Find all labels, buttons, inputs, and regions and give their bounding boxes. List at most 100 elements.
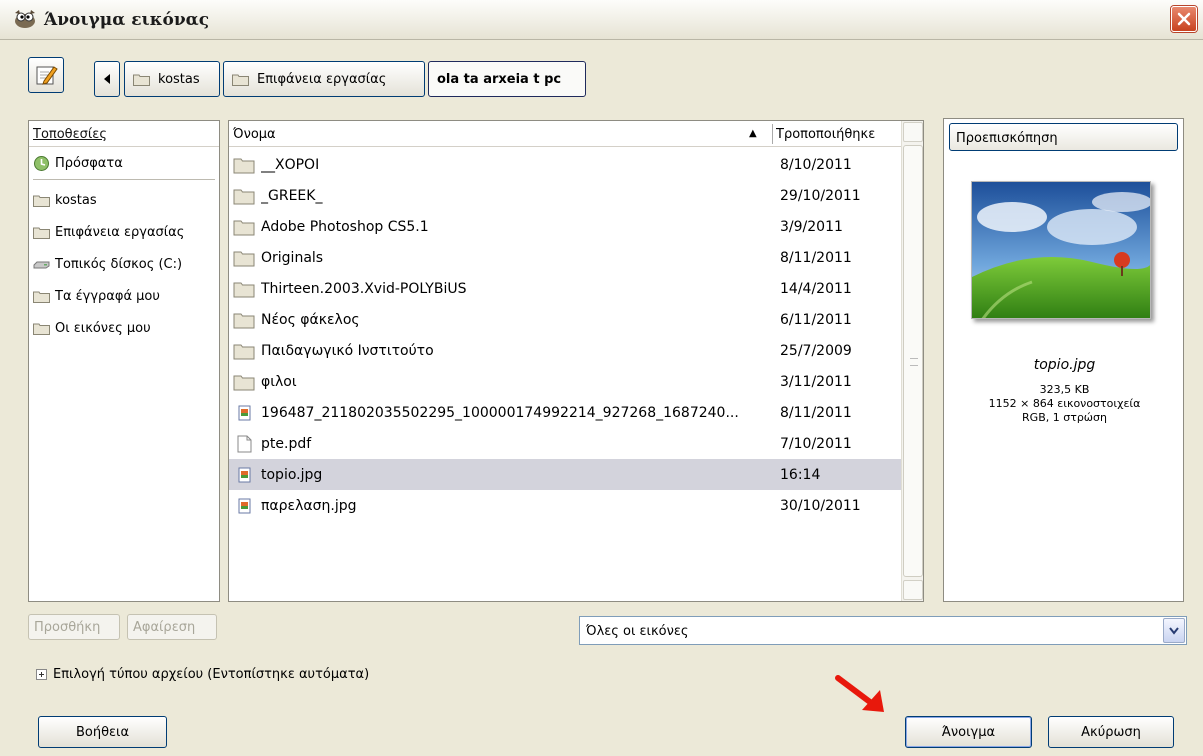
file-name: _GREEK_ — [261, 187, 323, 204]
document-icon — [233, 435, 255, 453]
folder-icon — [233, 249, 255, 267]
sort-ascending-icon[interactable]: ▲ — [749, 128, 757, 139]
file-row[interactable]: φιλοι 3/11/2011 — [229, 366, 901, 397]
file-row[interactable]: Παιδαγωγικό Ινστιτούτο 25/7/2009 — [229, 335, 901, 366]
file-name: Thirteen.2003.Xvid-POLYBiUS — [261, 280, 467, 297]
preview-details: 323,5 KB 1152 × 864 εικονοστοιχεία RGB, … — [944, 383, 1185, 425]
file-modified-date: 30/10/2011 — [780, 497, 861, 514]
file-type-label: Επιλογή τύπου αρχείου (Εντοπίστηκε αυτόμ… — [53, 667, 370, 682]
crumb-label: ola ta arxeia t pc — [437, 71, 562, 87]
file-row[interactable]: 196487_211802035502295_100000174992214_9… — [229, 397, 901, 428]
folder-icon — [233, 156, 255, 174]
file-modified-date: 3/9/2011 — [780, 218, 843, 235]
file-name: __ΧΟΡΟΙ — [261, 156, 320, 173]
file-row[interactable]: παρελαση.jpg 30/10/2011 — [229, 490, 901, 521]
preview-panel: Προεπισκόπηση topio.jpg 323,5 KB 1152 × … — [943, 118, 1184, 602]
cancel-button[interactable]: Ακύρωση — [1048, 716, 1174, 748]
image-file-icon — [233, 466, 255, 484]
place-my-documents[interactable]: Τα έγγραφά μου — [29, 280, 219, 312]
file-modified-date: 8/11/2011 — [780, 249, 852, 266]
file-modified-date: 8/11/2011 — [780, 404, 852, 421]
gimp-wilber-icon — [12, 8, 38, 30]
edit-location-button[interactable] — [28, 57, 64, 93]
file-modified-date: 6/11/2011 — [780, 311, 852, 328]
place-label: kostas — [55, 192, 97, 208]
place-my-pictures[interactable]: Οι εικόνες μου — [29, 312, 219, 344]
file-modified-date: 8/10/2011 — [780, 156, 852, 173]
recent-icon — [34, 155, 49, 171]
folder-icon — [133, 74, 150, 86]
file-modified-date: 3/11/2011 — [780, 373, 852, 390]
preview-mode: RGB, 1 στρώση — [1022, 411, 1107, 424]
file-name: Adobe Photoshop CS5.1 — [261, 218, 429, 235]
place-label: Οι εικόνες μου — [55, 320, 151, 336]
file-row[interactable]: __ΧΟΡΟΙ 8/10/2011 — [229, 149, 901, 180]
place-kostas[interactable]: kostas — [29, 184, 219, 216]
folder-icon — [233, 342, 255, 360]
file-modified-date: 7/10/2011 — [780, 435, 852, 452]
place-recent[interactable]: Πρόσφατα — [29, 147, 219, 179]
place-desktop[interactable]: Επιφάνεια εργασίας — [29, 216, 219, 248]
expand-plus-icon[interactable] — [36, 669, 47, 680]
scrollbar-grip — [910, 358, 918, 366]
red-annotation-arrow-icon — [835, 675, 884, 712]
column-divider[interactable] — [772, 124, 773, 144]
column-header-name[interactable]: Όνομα — [233, 127, 276, 142]
dropdown-arrow-icon[interactable] — [1163, 618, 1185, 643]
folder-icon — [33, 291, 50, 303]
preview-toggle[interactable]: Προεπισκόπηση — [949, 123, 1178, 151]
places-header[interactable]: Τοποθεσίες — [29, 121, 219, 147]
scrollbar-thumb[interactable] — [903, 145, 923, 577]
remove-bookmark-button[interactable]: Αφαίρεση — [127, 614, 217, 640]
file-list-header: Όνομα ▲ Τροποποιήθηκε — [229, 121, 901, 147]
file-list-scrollbar[interactable] — [901, 121, 923, 601]
crumb-label: kostas — [158, 71, 200, 87]
crumb-label: Επιφάνεια εργασίας — [257, 71, 387, 87]
folder-icon — [233, 218, 255, 236]
image-file-icon — [233, 404, 255, 422]
places-divider — [33, 179, 215, 180]
file-filter-dropdown[interactable]: Όλες οι εικόνες — [579, 616, 1187, 645]
preview-dimensions: 1152 × 864 εικονοστοιχεία — [988, 397, 1141, 410]
file-name: παρελαση.jpg — [261, 497, 357, 514]
preview-thumbnail — [971, 181, 1151, 319]
help-button[interactable]: Βοήθεια — [38, 716, 167, 748]
file-name: Originals — [261, 249, 324, 266]
file-row[interactable]: pte.pdf 7/10/2011 — [229, 428, 901, 459]
file-modified-date: 16:14 — [780, 466, 821, 483]
file-row[interactable]: Thirteen.2003.Xvid-POLYBiUS 14/4/2011 — [229, 273, 901, 304]
folder-icon — [233, 280, 255, 298]
file-row[interactable]: topio.jpg 16:14 — [229, 459, 901, 490]
file-row[interactable]: _GREEK_ 29/10/2011 — [229, 180, 901, 211]
file-name: pte.pdf — [261, 435, 312, 452]
crumb-current[interactable]: ola ta arxeia t pc — [428, 61, 586, 97]
scroll-up-button[interactable] — [903, 122, 923, 142]
pencil-edit-icon — [36, 66, 58, 85]
file-name: φιλοι — [261, 373, 297, 390]
place-local-disk[interactable]: Τοπικός δίσκος (C:) — [29, 248, 219, 280]
file-name: topio.jpg — [261, 466, 323, 483]
folder-icon — [233, 187, 255, 205]
crumb-desktop[interactable]: Επιφάνεια εργασίας — [223, 61, 425, 97]
place-label: Πρόσφατα — [55, 155, 123, 171]
open-button[interactable]: Άνοιγμα — [905, 716, 1032, 748]
title-bar: Άνοιγμα εικόνας — [0, 0, 1203, 40]
crumb-kostas[interactable]: kostas — [124, 61, 220, 97]
file-row[interactable]: Adobe Photoshop CS5.1 3/9/2011 — [229, 211, 901, 242]
file-modified-date: 14/4/2011 — [780, 280, 852, 297]
file-row[interactable]: Originals 8/11/2011 — [229, 242, 901, 273]
add-bookmark-button[interactable]: Προσθήκη — [28, 614, 120, 640]
places-panel: Τοποθεσίες Πρόσφατα kostas Επιφάνεια εργ… — [28, 120, 220, 602]
image-file-icon — [233, 497, 255, 515]
file-modified-date: 25/7/2009 — [780, 342, 852, 359]
file-modified-date: 29/10/2011 — [780, 187, 861, 204]
file-type-expander[interactable]: Επιλογή τύπου αρχείου (Εντοπίστηκε αυτόμ… — [36, 667, 369, 682]
file-row[interactable]: Νέος φάκελος 6/11/2011 — [229, 304, 901, 335]
back-button[interactable] — [94, 61, 120, 97]
close-button[interactable] — [1171, 6, 1197, 32]
window-title: Άνοιγμα εικόνας — [44, 10, 210, 30]
folder-icon — [33, 195, 50, 207]
scroll-down-button[interactable] — [903, 580, 923, 600]
folder-icon — [233, 373, 255, 391]
column-header-modified[interactable]: Τροποποιήθηκε — [776, 127, 901, 142]
